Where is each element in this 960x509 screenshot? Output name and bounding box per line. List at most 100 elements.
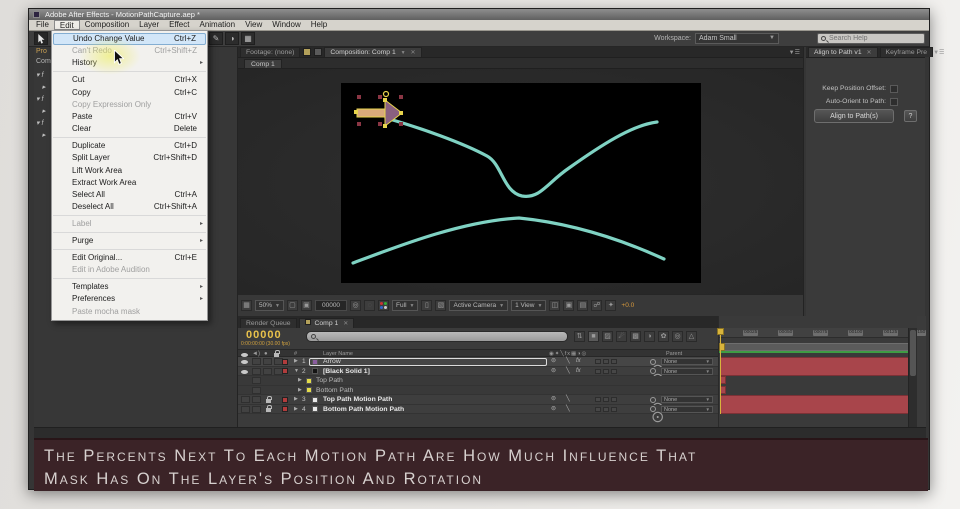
snapshot-icon[interactable]: ◎ [350,300,362,311]
mask-color-swatch[interactable] [306,387,312,393]
scrollbar-thumb[interactable] [910,330,916,376]
menu-bar-item[interactable]: Effect [164,20,194,30]
camera-dropdown[interactable]: Active Camera ▼ [449,300,509,311]
brainstorm-icon[interactable]: ✿ [658,331,669,342]
eye-icon[interactable] [241,369,248,374]
tab-footage[interactable]: Footage: (none) [240,47,301,57]
hide-shy-layers-icon[interactable]: ☄ [616,331,627,342]
eye-icon[interactable] [241,360,248,364]
selection-tool-button[interactable] [34,32,48,45]
menu-bar-item[interactable]: File [31,20,54,30]
current-time-field[interactable]: 00000 [314,300,348,311]
work-area-bar[interactable] [719,343,917,351]
menu-item[interactable]: Copy Expression Only [53,99,206,111]
menu-item[interactable]: Paste mocha mask [53,306,206,318]
tab-composition[interactable]: Composition: Comp 1 ▼ ✕ [324,47,422,57]
always-preview-icon[interactable]: ▦ [241,300,252,311]
exposure-icon[interactable]: ✦ [605,300,617,311]
parent-dropdown[interactable]: None ▼ [661,405,713,413]
menu-item[interactable]: Paste Ctrl+V [53,111,206,123]
project-tree-item[interactable]: ▾ f [36,71,43,79]
playhead-handle[interactable] [717,328,724,335]
tree-expander-icon[interactable]: ▸ [42,83,46,91]
close-icon[interactable]: ✕ [343,321,348,327]
parent-dropdown[interactable]: None ▼ [661,358,713,365]
menu-bar-item[interactable]: Edit [53,20,80,30]
layer-bar-motion-paths[interactable] [720,395,916,414]
transparency-grid-icon[interactable]: ▧ [435,300,447,311]
tab-timeline-comp[interactable]: Comp 1 ✕ [298,318,355,328]
auto-keyframe-icon[interactable]: ◎ [672,331,683,342]
close-icon[interactable]: ✕ [410,50,415,56]
menu-item[interactable]: Label ▸ [53,218,206,234]
expander-icon[interactable]: ▶ [294,357,298,367]
comp-canvas[interactable] [341,83,701,283]
lock-icon[interactable] [266,395,272,403]
show-snapshot-icon[interactable]: ◌ [364,300,376,311]
channel-icon[interactable] [378,300,390,311]
tool-icon[interactable]: ✎ [209,32,223,45]
view-layout-dropdown[interactable]: 1 View ▼ [511,300,547,311]
expander-icon[interactable]: ▼ [294,367,299,377]
pixel-aspect-icon[interactable]: ◫ [549,300,561,311]
menu-item[interactable]: Undo Change Value Ctrl+Z [53,33,206,46]
resolution-dropdown[interactable]: Full ▼ [392,300,419,311]
expander-icon[interactable]: ▶ [294,405,298,415]
menu-item[interactable]: Clear Delete [53,123,206,139]
tree-expander-icon[interactable]: ▸ [42,131,46,139]
comp-viewer[interactable] [238,69,803,294]
close-icon[interactable]: ✕ [867,50,872,56]
menu-item[interactable]: Edit Original... Ctrl+E [53,252,206,264]
video-column-icon[interactable] [241,352,248,357]
project-tree-item[interactable]: ▾ f [36,95,43,103]
pick-whip-icon[interactable]: ⊙ [650,406,664,426]
menu-item[interactable]: Deselect All Ctrl+Shift+A [53,201,206,217]
layer-row-arrow[interactable]: ▶ 1 Arrow ⊜╲fx ⊙ None▼ [238,357,718,379]
composition-mini-flowchart-icon[interactable]: ⇅ [574,331,585,342]
fast-preview-icon[interactable]: ▣ [563,300,575,311]
menu-item[interactable]: Cut Ctrl+X [53,74,206,86]
parent-dropdown[interactable]: None ▼ [661,396,713,403]
menu-item[interactable]: Lift Work Area [53,165,206,177]
label-color-box[interactable] [282,368,288,374]
graph-editor-icon[interactable]: △ [686,331,697,342]
draft-3d-icon[interactable]: ▨ [602,331,613,342]
layer-row-bottom-path-motion[interactable]: ▶ 4 Bottom Path Motion Path ⊜ ╲ ⊙ None ▼ [238,404,718,426]
tab-render-queue[interactable]: Render Queue [240,318,297,328]
timeline-search-box[interactable] [306,331,568,342]
mask-row-bottom-path[interactable]: ▶ Bottom Path [238,385,718,395]
menu-item[interactable]: Extract Work Area [53,177,206,189]
safe-margins-icon[interactable]: ▢ [286,300,298,311]
label-color-box[interactable] [282,406,288,412]
mask-visibility-icon[interactable]: ▣ [300,300,312,311]
comp-breadcrumb-tab[interactable]: Comp 1 [244,59,282,69]
timeline-search-input[interactable] [319,333,549,340]
menu-bar-item[interactable]: Composition [80,20,134,30]
menu-bar-item[interactable]: Animation [194,20,240,30]
tool-icon[interactable]: ◑ [225,32,239,45]
expander-icon[interactable]: ▶ [294,395,298,405]
pick-whip-icon[interactable]: ⊙ [650,396,664,417]
menu-item[interactable]: Select All Ctrl+A [53,189,206,201]
lock-icon[interactable] [266,405,272,412]
help-search-box[interactable] [817,33,925,44]
menu-bar-item[interactable]: Window [267,20,305,30]
pin-panel-icon[interactable] [314,48,323,56]
menu-item[interactable]: Copy Ctrl+C [53,87,206,99]
align-to-path-button[interactable]: Align to Path(s) [814,109,894,123]
menu-item[interactable]: Split Layer Ctrl+Shift+D [53,152,206,164]
region-of-interest-icon[interactable]: ▯ [421,300,433,311]
live-update-icon[interactable]: ■ [588,331,599,342]
layer-name[interactable]: Bottom Path Motion Path [323,405,404,415]
mask-row-top-path[interactable]: ▶ Top Path [238,376,718,386]
timeline-icon[interactable]: ▤ [577,300,589,311]
menu-item[interactable]: Purge ▸ [53,235,206,251]
timeline-current-time[interactable]: 00000 [246,329,282,341]
panel-menu-icon[interactable]: ▼☰ [933,49,944,56]
mask-color-swatch[interactable] [306,377,312,384]
tab-align-to-path[interactable]: Align to Path v1 ✕ [808,47,878,57]
exposure-value[interactable]: +0.0 [621,302,634,309]
keep-position-offset-checkbox[interactable] [890,85,898,93]
motion-blur-icon[interactable]: ◑ [644,331,655,342]
frame-blending-icon[interactable]: ▩ [630,331,641,342]
